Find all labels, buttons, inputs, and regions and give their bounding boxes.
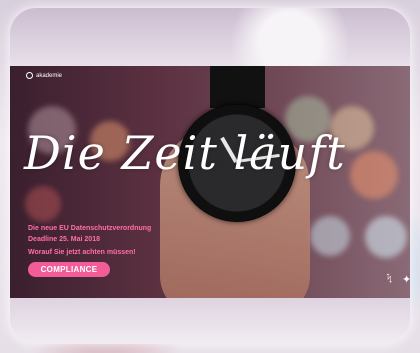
logo-ring-icon: [26, 72, 33, 79]
card-bottom-blur: [10, 298, 410, 344]
preview-card: akademie Die Zeit läuft Die neue EU Date…: [10, 8, 410, 344]
subheadline-line-2: Deadline 25. Mai 2018: [28, 236, 100, 243]
banner-headline: Die Zeit läuft: [24, 126, 346, 180]
card-top-blur: [10, 8, 410, 66]
brand-logo[interactable]: akademie: [26, 72, 62, 79]
xing-icon[interactable]: ᛪ: [386, 273, 393, 285]
compliance-button[interactable]: COMPLIANCE: [28, 262, 110, 277]
subheadline-line-3: Worauf Sie jetzt achten müssen!: [28, 249, 136, 256]
bokeh-light: [365, 216, 407, 258]
watch-strap: [210, 66, 265, 108]
bokeh-light: [25, 186, 61, 222]
logo-text: akademie: [36, 72, 63, 79]
twitter-icon[interactable]: ✦: [402, 273, 410, 286]
banner-image[interactable]: akademie Die Zeit läuft Die neue EU Date…: [10, 66, 410, 298]
bokeh-light: [310, 216, 350, 256]
subheadline-line-1: Die neue EU Datenschutzverordnung: [28, 225, 152, 232]
